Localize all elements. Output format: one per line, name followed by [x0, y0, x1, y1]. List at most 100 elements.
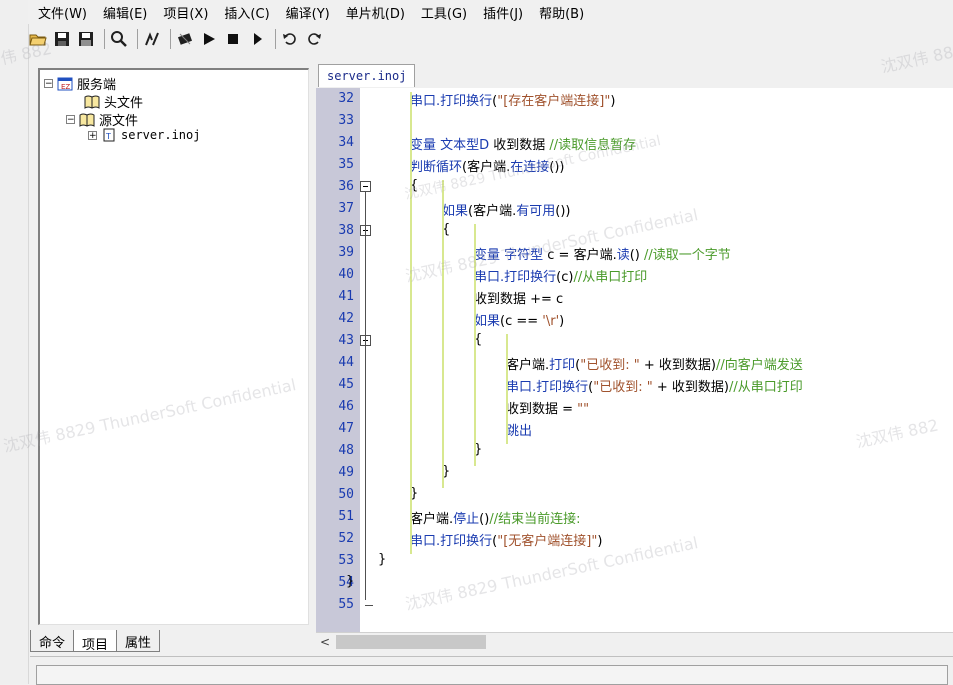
svg-text:EZ: EZ — [61, 83, 70, 91]
menu-insert[interactable]: 插入(C) — [216, 3, 277, 22]
line-number: 39 — [338, 245, 354, 260]
tree-file-node[interactable]: + T server.inoj — [88, 128, 200, 142]
project-icon: EZ — [57, 77, 73, 91]
line-number: 35 — [338, 157, 354, 172]
indent-guide — [410, 92, 412, 554]
code-text: 如果(客户端.有可用()) — [442, 204, 571, 219]
tab-properties[interactable]: 属性 — [116, 630, 161, 652]
open-icon[interactable] — [28, 29, 48, 49]
code-text: 跳出 — [506, 424, 533, 439]
stop-icon[interactable] — [223, 29, 243, 49]
code-text: 如果(c == '\r') — [474, 314, 565, 329]
code-text: } — [378, 552, 387, 567]
menu-project[interactable]: 项目(X) — [155, 3, 216, 22]
line-number: 44 — [338, 355, 354, 370]
code-text: 串口.打印换行("[存在客户端连接]") — [410, 94, 616, 109]
fold-toggle-icon[interactable] — [360, 181, 371, 192]
code-editor: server.inoj 32 串口.打印换行("[存在客户端连接]") 33 34 变量… — [316, 62, 953, 632]
line-number: 52 — [338, 531, 354, 546]
code-text: 客户端.停止()//结束当前连接: — [410, 512, 581, 527]
save-all-icon[interactable] — [76, 29, 96, 49]
code-text: 收到数据 = "" — [506, 402, 590, 417]
line-number: 40 — [338, 267, 354, 282]
code-text: } — [346, 574, 355, 589]
status-field — [36, 665, 948, 685]
undo-icon[interactable] — [280, 29, 300, 49]
folder-book-icon — [79, 113, 95, 127]
project-tree: − EZ 服务端 头文件 − 源文件 + T server.inoj — [38, 68, 309, 625]
code-line[interactable]: 55 — [316, 594, 953, 616]
menu-edit[interactable]: 编辑(E) — [95, 3, 155, 22]
line-number: 53 — [338, 553, 354, 568]
scroll-left-icon[interactable]: < — [320, 635, 330, 649]
line-number: 49 — [338, 465, 354, 480]
panel-tabs: 命令 项目 属性 — [30, 630, 161, 653]
fold-end-mark — [365, 605, 373, 606]
line-number: 45 — [338, 377, 354, 392]
scroll-thumb[interactable] — [336, 635, 486, 649]
toolbar — [28, 26, 953, 52]
toolbar-separator — [170, 29, 171, 49]
indent-guide — [506, 334, 508, 444]
run-icon[interactable] — [199, 29, 219, 49]
code-line[interactable]: 54} — [316, 572, 953, 594]
toolbar-separator — [137, 29, 138, 49]
code-text: 收到数据 += c — [474, 292, 564, 307]
save-icon[interactable] — [52, 29, 72, 49]
line-number: 33 — [338, 113, 354, 128]
line-number: 50 — [338, 487, 354, 502]
line-number: 48 — [338, 443, 354, 458]
menu-help[interactable]: 帮助(B) — [531, 3, 592, 22]
indent-guide — [474, 224, 476, 466]
redo-icon[interactable] — [304, 29, 324, 49]
tree-file-label: server.inoj — [121, 128, 201, 142]
code-text: 变量 字符型 c = 客户端.读() //读取一个字节 — [474, 248, 731, 263]
status-bar — [30, 656, 953, 685]
menu-tools[interactable]: 工具(G) — [413, 3, 475, 22]
code-text: 串口.打印换行("[无客户端连接]") — [410, 534, 603, 549]
source-file-icon: T — [103, 128, 115, 142]
folder-book-icon — [84, 95, 100, 109]
left-edge-strip — [0, 0, 29, 684]
line-number: 51 — [338, 509, 354, 524]
code-text: 客户端.打印("已收到: " + 收到数据)//向客户端发送 — [506, 358, 803, 373]
chip-icon[interactable] — [175, 29, 195, 49]
tab-project[interactable]: 项目 — [73, 630, 118, 653]
tree-sources-label: 源文件 — [99, 114, 139, 129]
editor-tab-strip: server.inoj — [316, 62, 953, 89]
horizontal-scrollbar[interactable]: < — [316, 632, 953, 651]
expand-icon[interactable]: + — [88, 130, 97, 140]
compile-icon[interactable] — [142, 29, 162, 49]
collapse-icon[interactable]: − — [66, 115, 75, 125]
menu-plugins[interactable]: 插件(J) — [475, 3, 531, 22]
code-text: 串口.打印换行("已收到: " + 收到数据)//从串口打印 — [506, 380, 803, 395]
line-number: 32 — [338, 91, 354, 106]
tree-root-node[interactable]: − EZ 服务端 — [44, 74, 116, 93]
line-number: 43 — [338, 333, 354, 348]
menu-mcu[interactable]: 单片机(D) — [338, 3, 413, 22]
menu-bar: 文件(W) 编辑(E) 项目(X) 插入(C) 编译(Y) 单片机(D) 工具(… — [28, 0, 953, 24]
line-number: 47 — [338, 421, 354, 436]
line-number: 34 — [338, 135, 354, 150]
line-number: 41 — [338, 289, 354, 304]
code-text: 串口.打印换行(c)//从串口打印 — [474, 270, 648, 285]
toolbar-separator — [275, 29, 276, 49]
line-number: 46 — [338, 399, 354, 414]
indent-guide — [442, 180, 444, 488]
tab-server-inoj[interactable]: server.inoj — [318, 64, 416, 87]
line-number: 55 — [338, 597, 354, 612]
code-text: 变量 文本型D 收到数据 //读取信息暂存 — [410, 138, 637, 153]
step-icon[interactable] — [247, 29, 267, 49]
menu-compile[interactable]: 编译(Y) — [278, 3, 338, 22]
tab-command[interactable]: 命令 — [30, 630, 75, 652]
tree-headers-node[interactable]: 头文件 — [84, 92, 143, 111]
find-icon[interactable] — [109, 29, 129, 49]
line-number: 36 — [338, 179, 354, 194]
svg-text:T: T — [105, 132, 111, 141]
fold-line — [365, 192, 366, 600]
collapse-icon[interactable]: − — [44, 79, 53, 89]
tree-sources-node[interactable]: − 源文件 — [66, 110, 138, 129]
line-number: 42 — [338, 311, 354, 326]
toolbar-separator — [104, 29, 105, 49]
menu-file[interactable]: 文件(W) — [28, 3, 95, 22]
